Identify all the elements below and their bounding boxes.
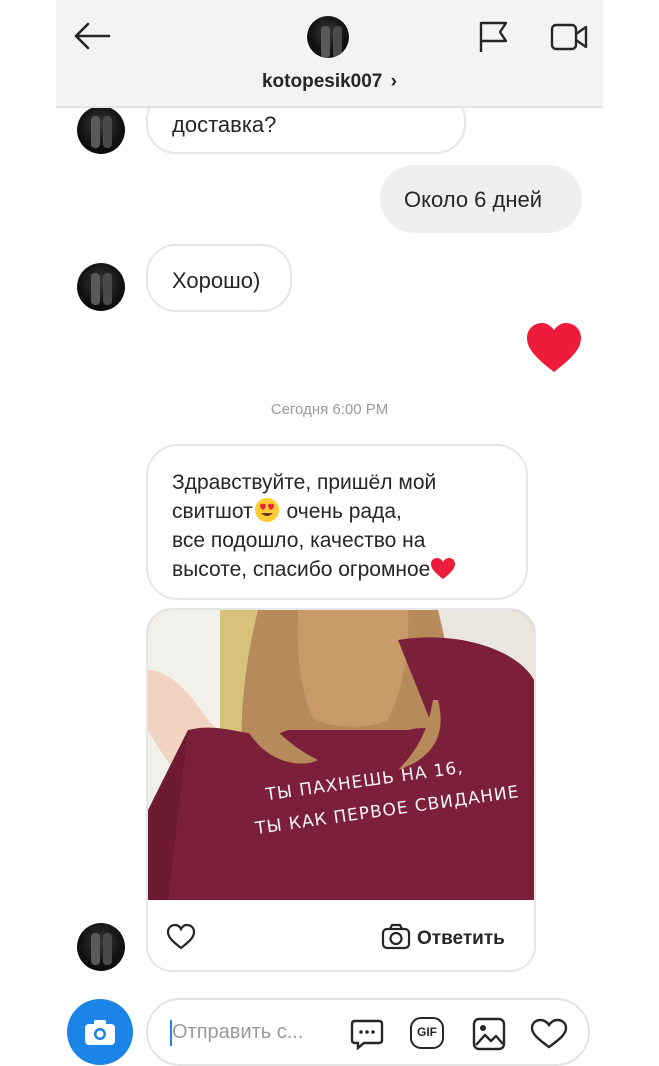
sticker-chat-icon[interactable] <box>350 1018 384 1050</box>
message-bubble-incoming[interactable]: Хорошо) <box>146 244 292 312</box>
message-bubble-outgoing[interactable]: Около 6 дней <box>380 165 582 233</box>
message-fragment: высоте, спасибо огромное <box>172 558 431 581</box>
flag-icon[interactable] <box>478 20 510 54</box>
video-call-icon[interactable] <box>550 22 588 52</box>
message-bubble-incoming[interactable]: Здравствуйте, пришёл мой свитшот очень р… <box>146 444 528 600</box>
message-text: Хорошо) <box>172 268 261 293</box>
heart-send-icon[interactable] <box>530 1018 568 1050</box>
photo-illustration: ТЫ ПАХНЕШЬ НА 16, ТЫ КАК ПЕРВОЕ СВИДАНИЕ <box>148 610 534 900</box>
message-fragment: свитшот <box>172 500 253 523</box>
avatar[interactable] <box>77 263 125 311</box>
message-text: Здравствуйте, пришёл мой свитшот очень р… <box>172 468 456 584</box>
avatar[interactable] <box>77 923 125 971</box>
back-arrow-icon[interactable] <box>73 22 111 50</box>
timestamp: Сегодня 6:00 PM <box>270 401 389 418</box>
shared-photo[interactable]: ТЫ ПАХНЕШЬ НА 16, ТЫ КАК ПЕРВОЕ СВИДАНИЕ <box>148 610 534 900</box>
message-line: свитшот очень рада, <box>172 497 456 526</box>
left-margin <box>0 0 56 1065</box>
chat-header: kotopesik007 › <box>56 0 603 108</box>
gif-button[interactable]: GIF <box>410 1017 444 1049</box>
right-margin <box>603 0 659 1065</box>
username-text: kotopesik007 <box>261 71 383 92</box>
reply-button[interactable]: Ответить <box>417 928 505 950</box>
chevron-right-icon: › <box>390 71 397 92</box>
header-avatar[interactable] <box>307 16 349 58</box>
message-composer[interactable]: Отправить с... GIF <box>146 998 590 1066</box>
message-fragment: очень рада, <box>280 500 402 523</box>
avatar[interactable] <box>77 106 125 154</box>
camera-button[interactable] <box>67 999 133 1065</box>
red-heart-emoji-icon <box>431 558 456 579</box>
message-input[interactable]: Отправить с... <box>172 1021 303 1044</box>
message-line: Здравствуйте, пришёл мой <box>172 471 437 494</box>
heart-reaction-icon[interactable] <box>526 322 582 374</box>
camera-icon <box>85 1020 115 1045</box>
gallery-icon[interactable] <box>472 1017 506 1051</box>
heart-eyes-emoji-icon <box>254 498 279 522</box>
camera-reply-icon[interactable] <box>381 923 411 951</box>
like-heart-outline-icon[interactable] <box>166 923 196 951</box>
message-text: доставка? <box>172 112 277 137</box>
message-line: высоте, спасибо огромное <box>172 555 456 584</box>
message-line: все подошло, качество на <box>172 529 426 552</box>
username-title[interactable]: kotopesik007 › <box>56 71 603 93</box>
message-text: Около 6 дней <box>404 187 543 212</box>
